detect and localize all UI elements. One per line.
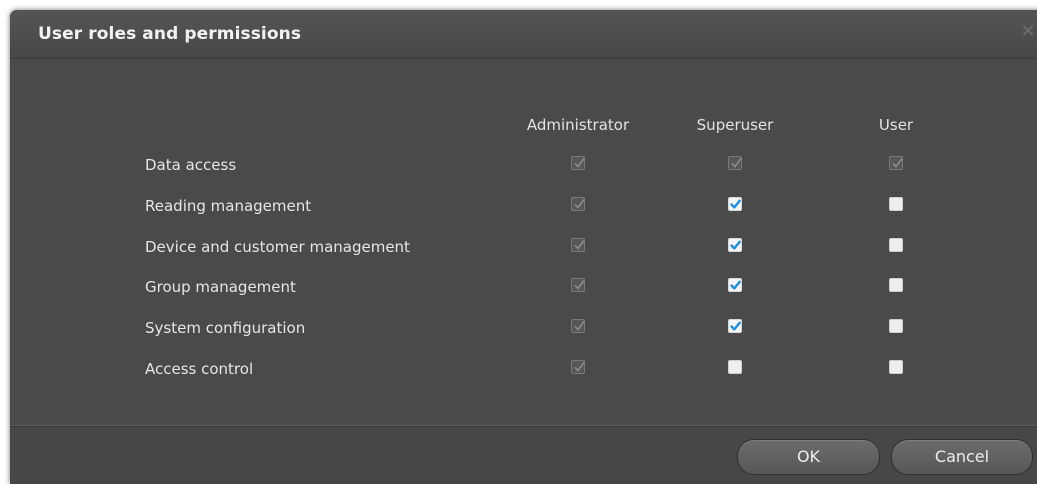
row-label-device-customer-management: Device and customer management xyxy=(145,238,410,256)
ok-button[interactable]: OK xyxy=(737,439,880,475)
checkbox-data-access-user xyxy=(889,156,903,170)
row-label-data-access: Data access xyxy=(145,156,237,174)
checkbox-access-control-superuser[interactable] xyxy=(728,360,742,374)
row-label-system-configuration: System configuration xyxy=(145,319,306,337)
checkbox-system-configuration-superuser[interactable] xyxy=(728,319,742,333)
roles-dialog: User roles and permissions ✕ Administrat… xyxy=(10,10,1037,484)
checkbox-reading-management-user[interactable] xyxy=(889,197,903,211)
cancel-button[interactable]: Cancel xyxy=(891,439,1033,475)
checkbox-access-control-user[interactable] xyxy=(889,360,903,374)
checkbox-group-management-user[interactable] xyxy=(889,278,903,292)
row-label-access-control: Access control xyxy=(145,360,254,378)
checkbox-reading-management-superuser[interactable] xyxy=(728,197,742,211)
checkbox-device-and-customer-management-superuser[interactable] xyxy=(728,238,742,252)
close-icon[interactable]: ✕ xyxy=(1020,23,1036,41)
dialog-titlebar: User roles and permissions ✕ xyxy=(10,10,1037,59)
checkbox-system-configuration-user[interactable] xyxy=(889,319,903,333)
column-header-administrator: Administrator xyxy=(526,116,630,134)
checkbox-device-and-customer-management-user[interactable] xyxy=(889,238,903,252)
dialog-footer: OK Cancel xyxy=(10,425,1037,484)
checkbox-data-access-administrator xyxy=(571,156,585,170)
column-header-superuser: Superuser xyxy=(696,116,774,134)
checkbox-access-control-administrator xyxy=(571,360,585,374)
checkbox-group-management-superuser[interactable] xyxy=(728,278,742,292)
dialog-title: User roles and permissions xyxy=(38,24,302,44)
checkbox-reading-management-administrator xyxy=(571,197,585,211)
column-header-user: User xyxy=(878,116,914,134)
checkbox-system-configuration-administrator xyxy=(571,319,585,333)
permissions-grid: Administrator Superuser User Data access… xyxy=(10,59,1037,425)
checkbox-group-management-administrator xyxy=(571,278,585,292)
checkbox-data-access-superuser xyxy=(728,156,742,170)
row-label-reading-management: Reading management xyxy=(145,197,312,215)
checkbox-device-and-customer-management-administrator xyxy=(571,238,585,252)
row-label-group-management: Group management xyxy=(145,278,296,296)
